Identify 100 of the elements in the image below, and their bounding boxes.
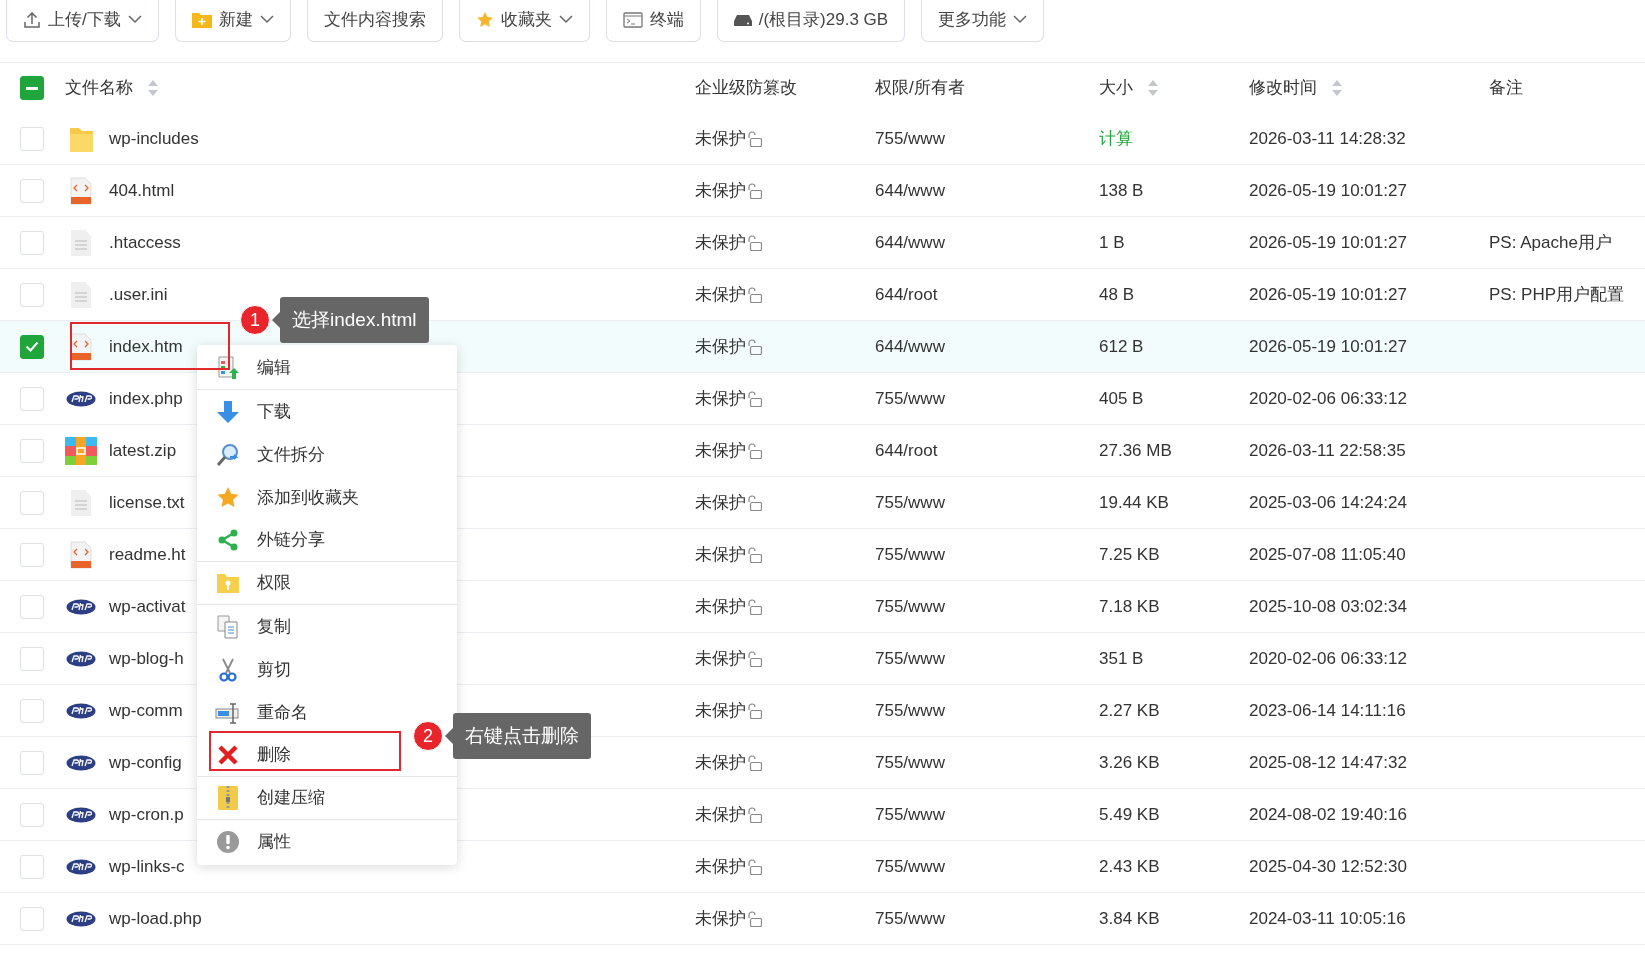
unlocked-padlock-icon <box>746 754 762 771</box>
table-cell: 644/root <box>875 284 938 304</box>
toolbar-button[interactable]: 收藏夹 <box>458 0 590 42</box>
menu-item[interactable]: 复制 <box>197 605 457 648</box>
unlocked-padlock-icon <box>746 390 762 407</box>
toolbar-button[interactable]: 上传/下载 <box>6 0 159 42</box>
php-file-icon <box>66 702 96 719</box>
file-name[interactable]: wp-blog-h <box>109 645 184 672</box>
html-file-icon <box>70 332 92 361</box>
table-cell: 2025-03-06 14:24:24 <box>1249 492 1407 512</box>
unlocked-padlock-icon <box>746 130 762 147</box>
table-cell: 1 B <box>1099 232 1125 252</box>
sort-icon <box>1147 79 1159 97</box>
table-cell: 19.44 KB <box>1099 492 1169 512</box>
file-name[interactable]: wp-cron.p <box>109 801 184 828</box>
toolbar-button[interactable]: 新建 <box>174 0 291 42</box>
callout-tooltip: 选择index.html <box>280 297 429 343</box>
table-cell: 27.36 MB <box>1099 440 1172 460</box>
file-name[interactable]: latest.zip <box>109 437 177 464</box>
unlocked-padlock-icon <box>746 650 762 667</box>
file-name[interactable]: wp-activat <box>109 593 186 620</box>
menu-item[interactable]: 文件拆分 <box>197 433 457 476</box>
table-cell: 755/www <box>875 388 945 408</box>
table-cell: 755/www <box>875 700 945 720</box>
file-name[interactable]: wp-config <box>109 749 182 776</box>
protection-status: 未保护 <box>695 283 746 306</box>
file-name[interactable]: wp-load.php <box>109 905 202 932</box>
caret-icon <box>127 15 142 24</box>
table-cell: 755/www <box>875 804 945 824</box>
protection-status: 未保护 <box>695 803 746 826</box>
copy-icon <box>217 614 239 639</box>
delete-icon <box>217 744 239 766</box>
column-header[interactable]: 大小 <box>1099 75 1159 101</box>
sort-icon <box>1331 79 1343 97</box>
table-cell: 755/www <box>875 544 945 564</box>
terminal-icon <box>622 11 643 28</box>
callout-tooltip: 右键点击删除 <box>453 713 591 759</box>
menu-item[interactable]: 外链分享 <box>197 519 457 562</box>
table-cell: 138 B <box>1099 180 1144 200</box>
tooltip-pointer <box>445 728 453 744</box>
menu-item[interactable]: 创建压缩 <box>197 777 457 820</box>
unlocked-padlock-icon <box>746 234 762 251</box>
folder-plus-icon <box>191 11 212 28</box>
table-cell: 2026-05-19 10:01:27 <box>1249 232 1407 252</box>
file-name[interactable]: index.php <box>109 385 183 412</box>
file-name[interactable]: index.htm <box>109 333 183 360</box>
table-cell: 2026-05-19 10:01:27 <box>1249 180 1407 200</box>
upload-icon <box>23 10 41 29</box>
protection-status: 未保护 <box>695 127 746 150</box>
table-cell: 644/www <box>875 232 945 252</box>
row-checkbox[interactable] <box>20 334 44 359</box>
php-file-icon <box>66 754 96 771</box>
archive-file-icon <box>65 436 97 465</box>
table-cell: 3.84 KB <box>1099 908 1160 928</box>
file-name[interactable]: wp-comm <box>109 697 183 724</box>
php-file-icon <box>66 390 96 407</box>
table-cell: 405 B <box>1099 388 1144 408</box>
protection-status: 未保护 <box>695 179 746 202</box>
file-name[interactable]: wp-links-c <box>109 853 185 880</box>
table-cell: 2.27 KB <box>1099 700 1160 720</box>
table-cell: 755/www <box>875 128 945 148</box>
table-cell: 755/www <box>875 752 945 772</box>
toolbar-button[interactable]: /(根目录)29.3 GB <box>716 0 906 42</box>
column-header[interactable]: 文件名称 <box>65 75 159 101</box>
menu-item[interactable]: 属性 <box>197 820 457 863</box>
protection-status: 未保护 <box>695 751 746 774</box>
unlocked-padlock-icon <box>746 806 762 823</box>
unlocked-padlock-icon <box>746 910 762 927</box>
unlocked-padlock-icon <box>746 494 762 511</box>
table-cell: 2024-08-02 19:40:16 <box>1249 804 1407 824</box>
text-file-icon <box>70 228 92 257</box>
unlocked-padlock-icon <box>746 286 762 303</box>
toolbar-button[interactable]: 更多功能 <box>921 0 1045 42</box>
file-name[interactable]: license.txt <box>109 489 185 516</box>
menu-item[interactable]: 权限 <box>197 562 457 605</box>
menu-item[interactable]: 剪切 <box>197 648 457 691</box>
table-cell: 2026-05-19 10:01:27 <box>1249 284 1407 304</box>
table-cell: 7.18 KB <box>1099 596 1160 616</box>
protection-status: 未保护 <box>695 647 746 670</box>
protection-status: 未保护 <box>695 439 746 462</box>
file-name[interactable]: .htaccess <box>109 229 181 256</box>
unlocked-padlock-icon <box>746 858 762 875</box>
table-cell: PS: PHP用户配置 <box>1489 284 1625 304</box>
file-name[interactable]: wp-includes <box>109 125 199 152</box>
table-cell: 2024-03-11 10:05:16 <box>1249 908 1406 928</box>
share-icon <box>217 529 239 551</box>
select-all-checkbox[interactable] <box>20 76 44 100</box>
unlocked-padlock-icon <box>746 598 762 615</box>
file-name[interactable]: .user.ini <box>109 281 168 308</box>
file-name[interactable]: readme.ht <box>109 541 186 568</box>
menu-item[interactable]: 编辑 <box>197 347 457 390</box>
column-header: 权限/所有者 <box>875 77 965 100</box>
toolbar-button[interactable]: 终端 <box>605 0 701 42</box>
php-file-icon <box>66 650 96 667</box>
menu-item[interactable]: 添加到收藏夹 <box>197 476 457 519</box>
column-header[interactable]: 修改时间 <box>1249 75 1343 101</box>
menu-item[interactable]: 下载 <box>197 390 457 433</box>
toolbar-button[interactable]: 文件内容搜索 <box>306 0 443 42</box>
table-cell: 755/www <box>875 492 945 512</box>
file-name[interactable]: 404.html <box>109 177 175 204</box>
